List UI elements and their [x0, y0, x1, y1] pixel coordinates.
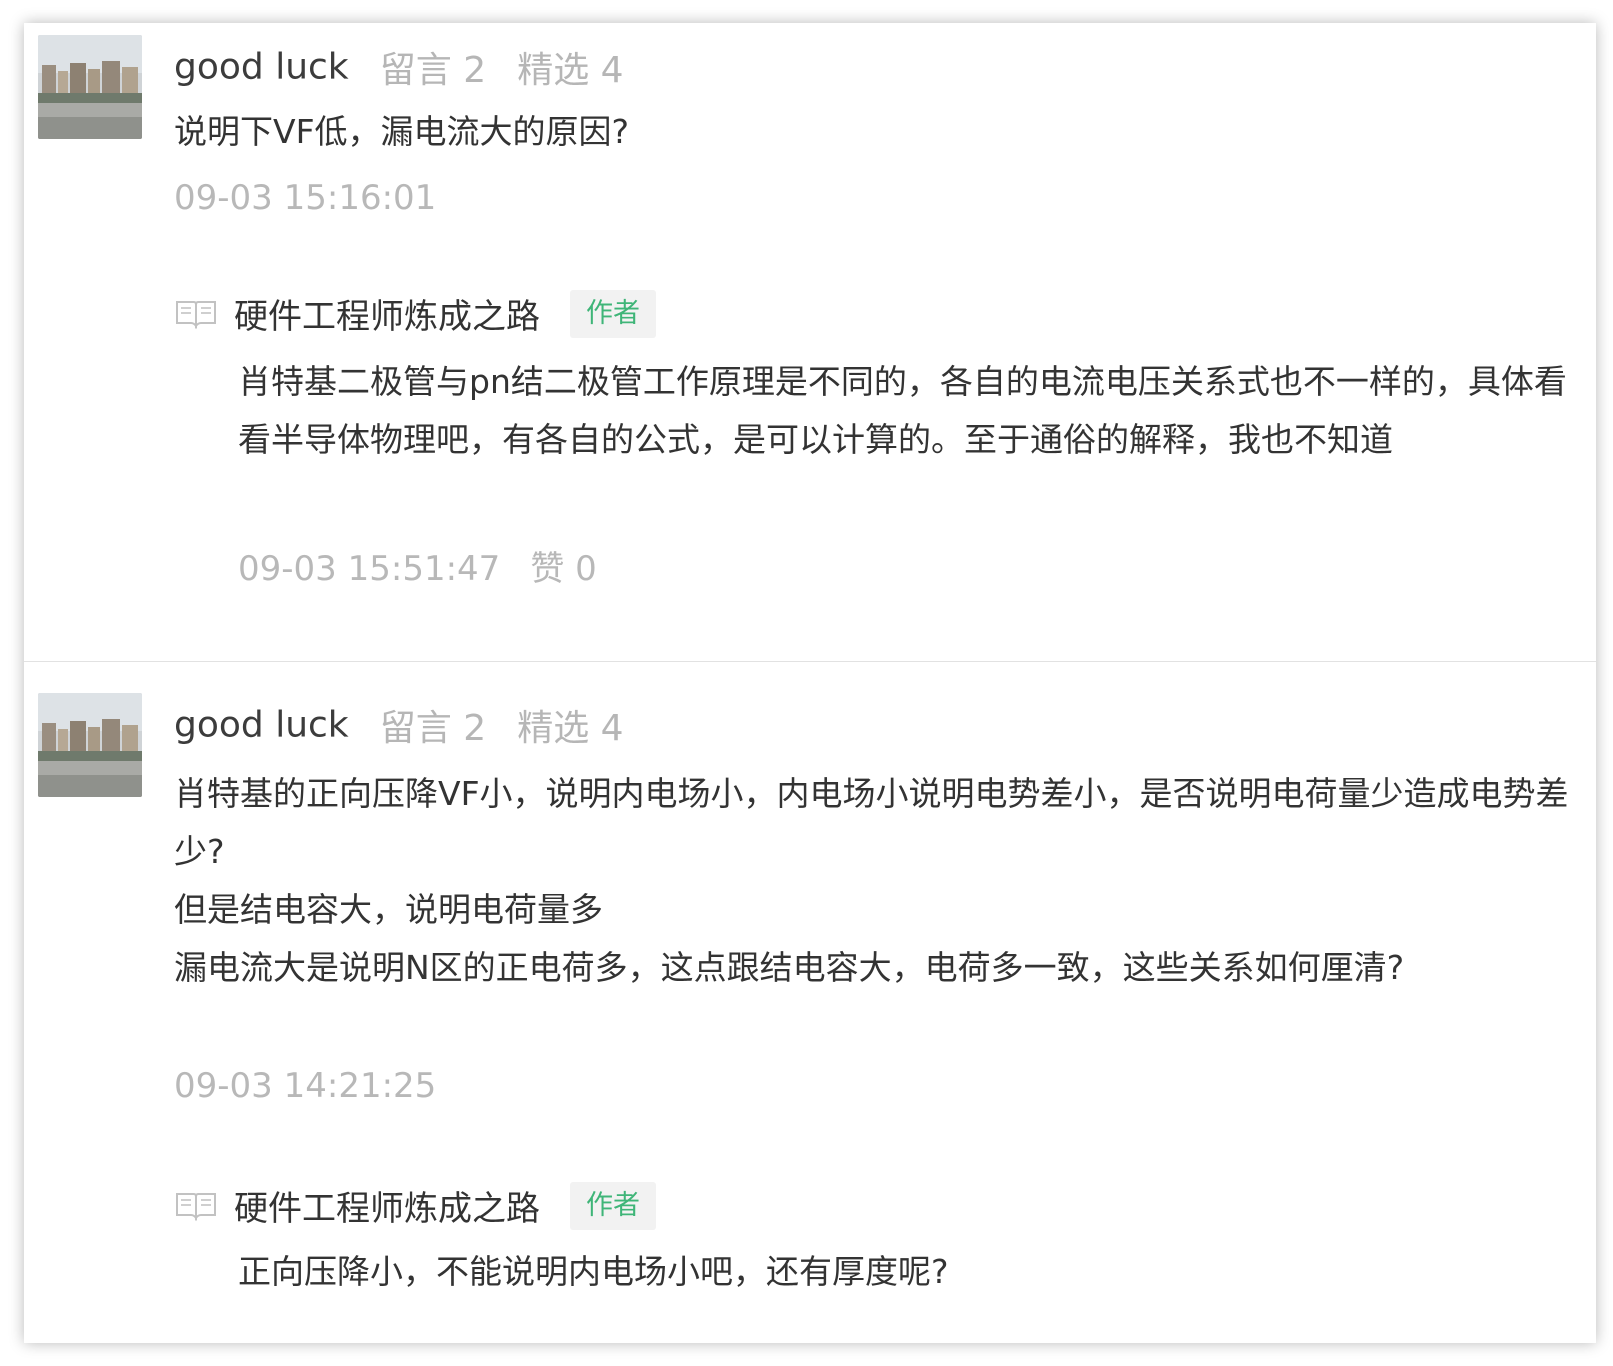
- avatar-photo: [38, 693, 142, 797]
- reply-text: 正向压降小，不能说明内电场小吧，还有厚度呢?: [238, 1252, 949, 1291]
- comment-text: 说明下VF低，漏电流大的原因?: [174, 112, 630, 151]
- avatar-photo: [38, 35, 142, 139]
- reply-header: 硬件工程师炼成之路 作者: [174, 289, 656, 339]
- comment-text-line: 漏电流大是说明N区的正电荷多，这点跟结电容大，电荷多一致，这些关系如何厘清?: [174, 948, 1405, 987]
- comment-panel: good luck 留言 2 精选 4 说明下VF低，漏电流大的原因? 09-0…: [24, 23, 1596, 1343]
- book-icon: [176, 1192, 216, 1221]
- like-button[interactable]: 赞 0: [530, 549, 596, 589]
- user-name[interactable]: good luck: [174, 47, 349, 88]
- reply-header: 硬件工程师炼成之路 作者: [174, 1181, 656, 1231]
- user-message-count: 留言 2: [379, 50, 487, 91]
- user-info-line: good luck 留言 2 精选 4: [174, 699, 624, 750]
- reply-timestamp: 09-03 15:51:47: [238, 549, 501, 589]
- comment-text: 肖特基的正向压降VF小，说明内电场小，内电场小说明电势差小，是否说明电荷量少造成…: [174, 765, 1584, 997]
- comment-item: good luck 留言 2 精选 4 说明下VF低，漏电流大的原因? 09-0…: [24, 23, 1596, 661]
- comment-text-line: 肖特基的正向压降VF小，说明内电场小，内电场小说明电势差小，是否说明电荷量少造成…: [174, 774, 1569, 871]
- user-avatar[interactable]: [38, 35, 142, 139]
- reply-text: 肖特基二极管与pn结二极管工作原理是不同的，各自的电流电压关系式也不一样的，具体…: [238, 362, 1567, 459]
- user-message-count: 留言 2: [379, 708, 487, 749]
- comment-timestamp: 09-03 15:16:01: [174, 178, 437, 218]
- author-badge: 作者: [570, 1181, 656, 1230]
- comment-timestamp: 09-03 14:21:25: [174, 1066, 437, 1106]
- comment-text-line: 但是结电容大，说明电荷量多: [174, 890, 603, 929]
- reply-author-name[interactable]: 硬件工程师炼成之路: [234, 1189, 540, 1229]
- author-badge: 作者: [570, 289, 656, 338]
- user-featured-count: 精选 4: [517, 708, 624, 749]
- user-info-line: good luck 留言 2 精选 4: [174, 41, 624, 92]
- reply-footer: 09-03 15:51:47 赞 0: [238, 541, 597, 590]
- comment-item: good luck 留言 2 精选 4 肖特基的正向压降VF小，说明内电场小，内…: [24, 662, 1596, 1343]
- user-avatar[interactable]: [38, 693, 142, 797]
- reply-author-name[interactable]: 硬件工程师炼成之路: [234, 297, 540, 337]
- user-featured-count: 精选 4: [517, 50, 624, 91]
- book-icon: [176, 300, 216, 329]
- user-name[interactable]: good luck: [174, 705, 349, 746]
